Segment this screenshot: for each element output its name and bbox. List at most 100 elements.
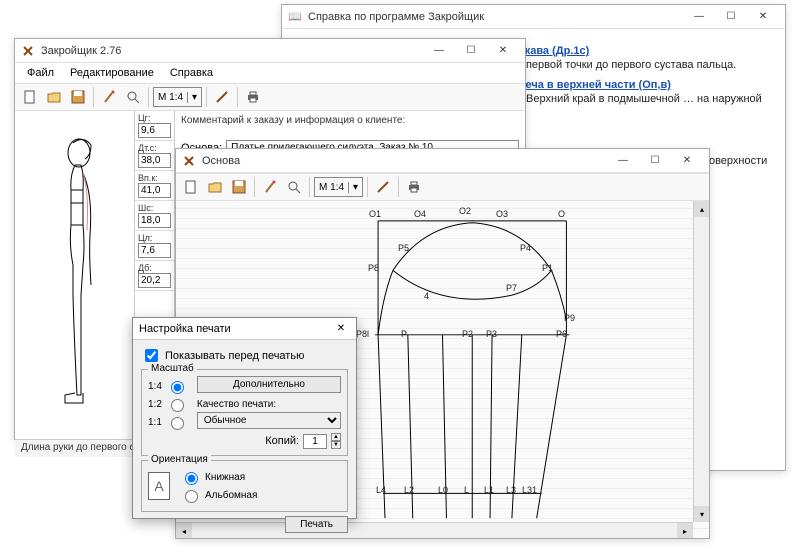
point-O2: O2 — [459, 206, 471, 216]
pattern-open-icon[interactable] — [204, 176, 226, 198]
print-icon[interactable] — [242, 86, 264, 108]
point-P4: P4 — [520, 243, 531, 253]
brush-icon[interactable] — [98, 86, 120, 108]
pattern-new-icon[interactable] — [180, 176, 202, 198]
help-text-0: от первой точки до первого сустава пальц… — [512, 59, 771, 71]
print-dialog: Настройка печати ✕ Показывать перед печа… — [132, 317, 357, 519]
print-dialog-titlebar: Настройка печати ✕ — [133, 318, 356, 340]
pattern-scale-select[interactable]: M 1:4 ▾ — [314, 177, 363, 197]
main-max-button[interactable]: ☐ — [455, 41, 487, 61]
quality-select[interactable]: Обычное — [197, 412, 341, 429]
copies-down-icon[interactable]: ▼ — [331, 441, 341, 449]
param-input-1[interactable] — [138, 153, 171, 168]
orientation-legend: Ориентация — [148, 454, 211, 465]
figure-panel — [15, 111, 135, 439]
pattern-magnify-icon[interactable] — [283, 176, 305, 198]
point-P1: P1 — [542, 263, 553, 273]
param-label-4: Цл: — [138, 233, 171, 243]
scale-radios: 1:4 1:2 1:1 — [148, 376, 187, 449]
print-dialog-close-button[interactable]: ✕ — [332, 321, 350, 337]
new-doc-icon[interactable] — [19, 86, 41, 108]
help-title: Справка по программе Закройщик — [308, 11, 683, 23]
pattern-max-button[interactable]: ☐ — [639, 151, 671, 171]
pattern-toolbar: M 1:4 ▾ — [176, 173, 709, 201]
param-input-3[interactable] — [138, 213, 171, 228]
point-P3: P3 — [486, 329, 497, 339]
pattern-close-button[interactable]: ✕ — [671, 151, 703, 171]
pattern-min-button[interactable]: — — [607, 151, 639, 171]
point-P2: P2 — [462, 329, 473, 339]
quality-label: Качество печати: — [197, 399, 341, 410]
help-close-button[interactable]: ✕ — [747, 7, 779, 27]
scale-value: M 1:4 — [154, 92, 187, 103]
chevron-down-icon[interactable]: ▾ — [187, 92, 201, 103]
param-input-0[interactable] — [138, 123, 171, 138]
scrollbar-vertical[interactable]: ▴ ▾ — [693, 201, 709, 522]
page-orientation-icon: A — [148, 472, 170, 500]
open-folder-icon[interactable] — [43, 86, 65, 108]
scroll-down-icon[interactable]: ▾ — [694, 506, 709, 522]
point-O4: O4 — [414, 209, 426, 219]
point-L0: L0 — [438, 485, 448, 495]
copies-input[interactable] — [303, 434, 327, 449]
orientation-landscape-radio[interactable] — [185, 490, 198, 503]
point-P: P — [401, 329, 407, 339]
main-close-button[interactable]: ✕ — [487, 41, 519, 61]
main-menubar: Файл Редактирование Справка — [15, 63, 525, 83]
param-label-3: Шс: — [138, 203, 171, 213]
menu-file[interactable]: Файл — [19, 65, 62, 81]
pattern-chevron-down-icon[interactable]: ▾ — [348, 182, 362, 193]
scroll-up-icon[interactable]: ▴ — [694, 201, 709, 217]
menu-edit[interactable]: Редактирование — [62, 65, 162, 81]
point-O1: O1 — [369, 209, 381, 219]
point-P7: P7 — [506, 283, 517, 293]
orientation-fieldset: Ориентация A Книжная Альбомная — [141, 460, 348, 512]
scale-select[interactable]: M 1:4 ▾ — [153, 87, 202, 107]
scale-12-radio[interactable] — [171, 399, 184, 412]
pattern-app-icon — [182, 154, 196, 168]
scroll-right-icon[interactable]: ▸ — [677, 523, 693, 538]
save-icon[interactable] — [67, 86, 89, 108]
pattern-print-icon[interactable] — [403, 176, 425, 198]
help-max-button[interactable]: ☐ — [715, 7, 747, 27]
point-P5: P5 — [398, 243, 409, 253]
param-input-2[interactable] — [138, 183, 171, 198]
magnify-icon[interactable] — [122, 86, 144, 108]
point-P6: P6 — [556, 329, 567, 339]
scale-14-radio[interactable] — [171, 381, 184, 394]
param-input-5[interactable] — [138, 273, 171, 288]
help-text-1: … Верхний край в подмышечной … на наружн… — [512, 93, 771, 105]
comment-header: Комментарий к заказу и информация о клие… — [181, 115, 519, 126]
copies-up-icon[interactable]: ▲ — [331, 433, 341, 441]
point-P8: P8 — [368, 263, 379, 273]
param-input-4[interactable] — [138, 243, 171, 258]
extra-button[interactable]: Дополнительно — [197, 376, 341, 393]
line-tool-icon[interactable] — [211, 86, 233, 108]
point-L1: L1 — [484, 485, 494, 495]
orientation-portrait-radio[interactable] — [185, 472, 198, 485]
point-L: L — [464, 485, 469, 495]
menu-help[interactable]: Справка — [162, 65, 221, 81]
print-button[interactable]: Печать — [285, 516, 348, 533]
main-title: Закройщик 2.76 — [41, 45, 423, 57]
pattern-save-icon[interactable] — [228, 176, 250, 198]
help-min-button[interactable]: — — [683, 7, 715, 27]
help-icon: 📖 — [288, 10, 302, 24]
help-link-0[interactable]: рукава (Др.1с) — [512, 45, 771, 57]
scale-11-radio[interactable] — [171, 417, 184, 430]
help-link-1[interactable]: плеча в верхней части (Оп,в) — [512, 79, 771, 91]
point-L2: L2 — [404, 485, 414, 495]
scale-fieldset: Масштаб 1:4 1:2 1:1 Дополнительно Качест… — [141, 369, 348, 456]
point-O: O — [558, 209, 565, 219]
main-min-button[interactable]: — — [423, 41, 455, 61]
pattern-scale-value: M 1:4 — [315, 182, 348, 193]
show-before-print-checkbox[interactable] — [145, 349, 158, 362]
print-dialog-title: Настройка печати — [139, 323, 332, 335]
copies-label: Копий: — [265, 435, 299, 447]
param-label-5: Дб: — [138, 263, 171, 273]
pattern-line-icon[interactable] — [372, 176, 394, 198]
point-P8l: P8l — [356, 329, 369, 339]
pattern-brush-icon[interactable] — [259, 176, 281, 198]
point-O3: O3 — [496, 209, 508, 219]
show-before-print-label: Показывать перед печатью — [165, 350, 304, 362]
